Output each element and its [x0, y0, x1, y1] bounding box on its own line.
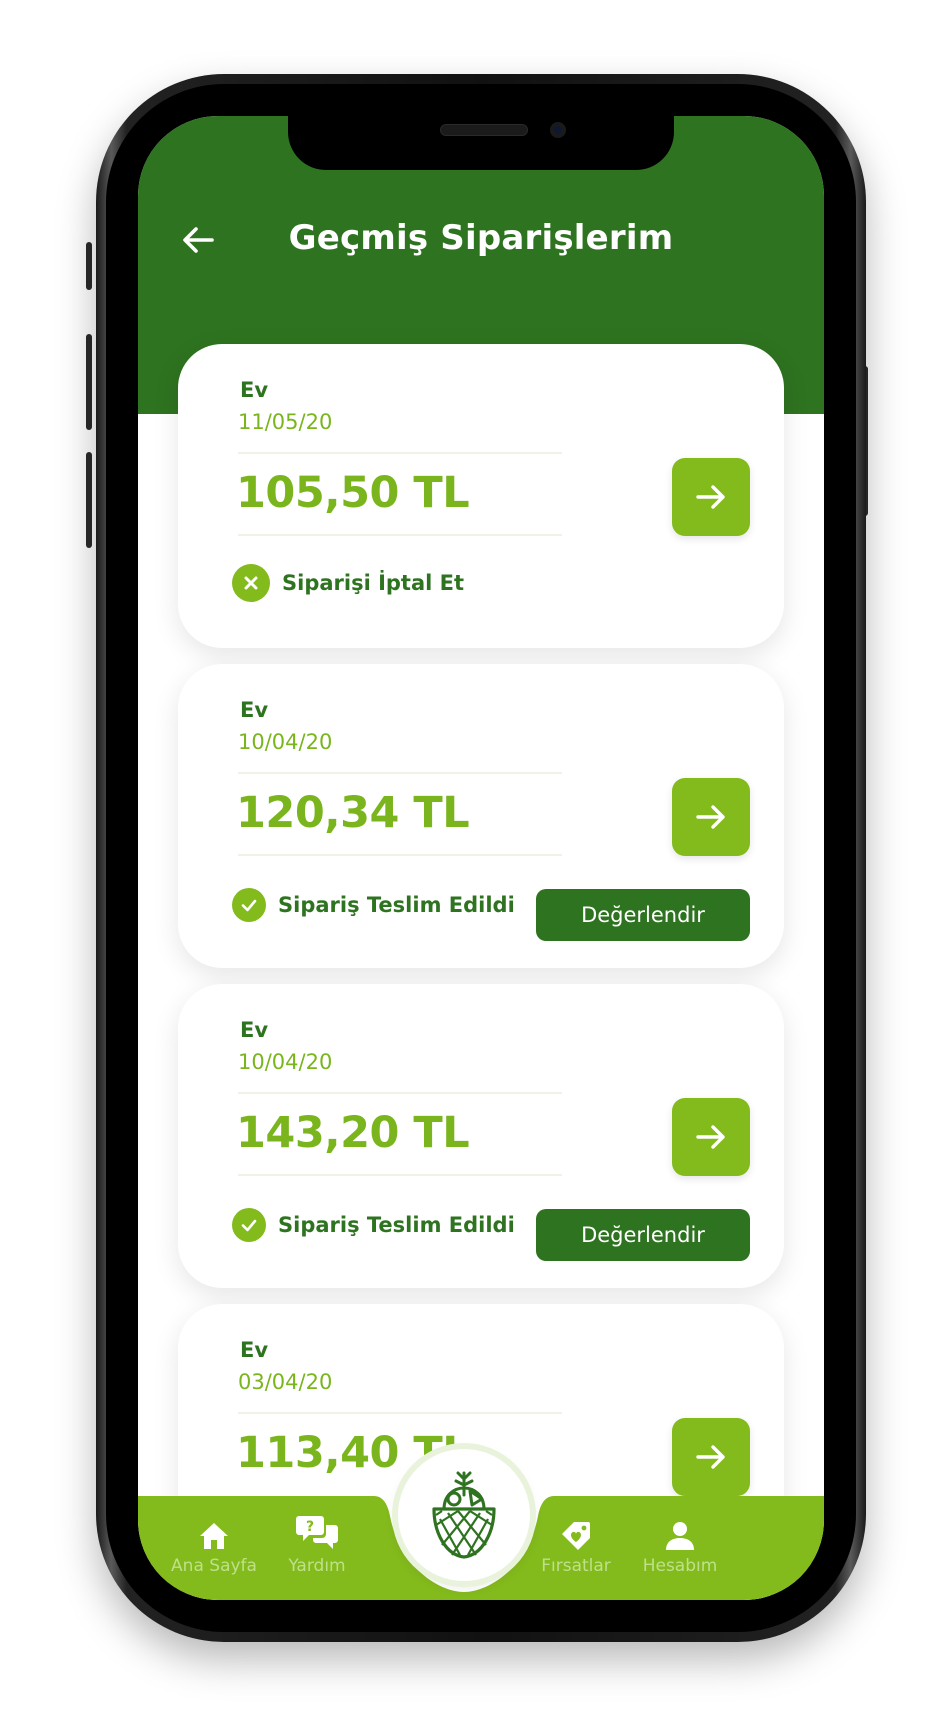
- nav-label: Yardım: [288, 1556, 346, 1576]
- svg-text:?: ?: [306, 1519, 314, 1535]
- order-detail-button[interactable]: [672, 1418, 750, 1496]
- status-label: Sipariş Teslim Edildi: [278, 893, 515, 917]
- order-detail-button[interactable]: [672, 458, 750, 536]
- nav-account[interactable]: Hesabım: [620, 1518, 740, 1576]
- phone-frame: Geçmiş Siparişlerim Ev 11/05/20 105,50 T…: [96, 74, 866, 1642]
- nav-label: Ana Sayfa: [171, 1556, 257, 1576]
- back-arrow-icon[interactable]: [178, 220, 218, 260]
- nav-label: Fırsatlar: [541, 1556, 611, 1576]
- order-detail-button[interactable]: [672, 778, 750, 856]
- divider: [238, 534, 562, 536]
- order-address: Ev: [240, 1018, 269, 1042]
- tag-heart-icon: [516, 1518, 636, 1554]
- order-card: Ev 10/04/20 120,34 TL Sipariş Teslim Edi…: [178, 664, 784, 968]
- order-card: Ev 10/04/20 143,20 TL Sipariş Teslim Edi…: [178, 984, 784, 1288]
- divider: [238, 854, 562, 856]
- nav-help[interactable]: ? Yardım: [257, 1512, 377, 1576]
- status-label: Sipariş Teslim Edildi: [278, 1213, 515, 1237]
- phone-notch: [288, 116, 674, 170]
- status-label: Siparişi İptal Et: [282, 571, 465, 595]
- order-address: Ev: [240, 1338, 269, 1362]
- delivered-status: Sipariş Teslim Edildi: [232, 1208, 515, 1242]
- cancel-order-button[interactable]: Siparişi İptal Et: [232, 564, 464, 602]
- mute-switch: [86, 242, 92, 290]
- rate-order-button[interactable]: Değerlendir: [536, 889, 750, 941]
- nav-home[interactable]: Ana Sayfa: [154, 1518, 274, 1576]
- order-date: 03/04/20: [238, 1370, 333, 1394]
- help-chat-icon: ?: [257, 1512, 377, 1554]
- order-date: 10/04/20: [238, 730, 333, 754]
- volume-down-button: [86, 452, 92, 548]
- divider: [238, 1412, 562, 1414]
- order-date: 11/05/20: [238, 410, 333, 434]
- divider: [238, 772, 562, 774]
- speaker-grille: [440, 124, 528, 136]
- order-address: Ev: [240, 378, 269, 402]
- check-circle-icon: [232, 1208, 266, 1242]
- order-amount: 105,50 TL: [236, 468, 470, 518]
- check-circle-icon: [232, 888, 266, 922]
- app-screen: Geçmiş Siparişlerim Ev 11/05/20 105,50 T…: [138, 116, 824, 1600]
- rate-order-button[interactable]: Değerlendir: [536, 1209, 750, 1261]
- basket-icon: [432, 1471, 496, 1559]
- divider: [238, 1092, 562, 1094]
- nav-label: Hesabım: [642, 1556, 718, 1576]
- order-detail-button[interactable]: [672, 1098, 750, 1176]
- order-address: Ev: [240, 698, 269, 722]
- order-amount: 120,34 TL: [236, 788, 470, 838]
- nav-deals[interactable]: Fırsatlar: [516, 1518, 636, 1576]
- arrow-right-icon: [696, 1445, 725, 1469]
- page-title: Geçmiş Siparişlerim: [288, 218, 674, 258]
- front-camera: [550, 122, 566, 138]
- basket-button[interactable]: [398, 1449, 530, 1581]
- divider: [238, 1174, 562, 1176]
- order-date: 10/04/20: [238, 1050, 333, 1074]
- delivered-status: Sipariş Teslim Edildi: [232, 888, 515, 922]
- volume-up-button: [86, 334, 92, 430]
- close-circle-icon: [232, 564, 270, 602]
- order-card: Ev 11/05/20 105,50 TL Siparişi İptal Et: [178, 344, 784, 648]
- home-icon: [154, 1518, 274, 1554]
- arrow-right-icon: [696, 485, 725, 509]
- divider: [238, 452, 562, 454]
- arrow-right-icon: [696, 1125, 725, 1149]
- user-icon: [620, 1518, 740, 1554]
- order-amount: 143,20 TL: [236, 1108, 470, 1158]
- arrow-right-icon: [696, 805, 725, 829]
